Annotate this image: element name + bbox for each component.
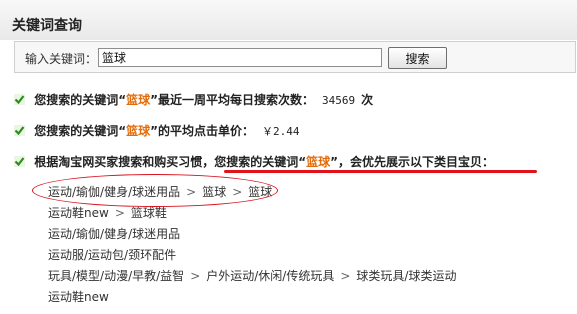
daily-search-count-line: 您搜索的关键词“篮球”最近一周平均每日搜索次数： 34569 次 (14, 91, 373, 108)
breadcrumb-separator: > (190, 269, 201, 283)
info-suffix: ”的平均点击单价： (150, 124, 254, 138)
category-link[interactable]: 球类玩具/球类运动 (356, 269, 456, 283)
avg-click-price: ￥2.44 (261, 125, 300, 138)
info-prefix: 您搜索的关键词“ (214, 155, 307, 169)
category-path: 运动/瑜伽/健身/球迷用品 (48, 224, 456, 245)
check-arrow-icon (14, 156, 25, 167)
keyword-highlight: 篮球 (126, 124, 151, 138)
count-unit: 次 (361, 93, 374, 107)
check-arrow-icon (14, 94, 25, 105)
category-link[interactable]: 篮球鞋 (131, 206, 167, 220)
category-path: 玩具/模型/动漫/早教/益智 > 户外运动/休闲/传统玩具 > 球类玩具/球类运动 (48, 266, 456, 287)
avg-click-price-line: 您搜索的关键词“篮球”的平均点击单价： ￥2.44 (14, 122, 299, 139)
category-intro-line: 根据淘宝网买家搜索和购买习惯，您搜索的关键词“篮球”，会优先展示以下类目宝贝： (14, 153, 494, 170)
title-bar: 关键词查询 (0, 0, 577, 40)
info-suffix: ”，会优先展示以下类目宝贝： (330, 155, 494, 169)
category-link[interactable]: 户外运动/休闲/传统玩具 (206, 269, 334, 283)
check-arrow-icon (14, 125, 25, 136)
breadcrumb-separator: > (114, 206, 125, 220)
search-label: 输入关键词： (25, 52, 98, 66)
intro-text: 根据淘宝网买家搜索和购买习惯， (34, 155, 215, 169)
keyword-highlight: 篮球 (126, 93, 151, 107)
keyword-highlight: 篮球 (306, 155, 331, 169)
search-panel: 输入关键词： 搜索 (14, 41, 576, 73)
daily-search-count: 34569 (321, 94, 356, 107)
red-underline-annotation (224, 170, 537, 173)
category-link[interactable]: 运动鞋new (48, 206, 109, 220)
info-suffix: ”最近一周平均每日搜索次数： (150, 93, 314, 107)
search-input[interactable] (98, 48, 382, 67)
category-path: 运动服/运动包/颈环配件 (48, 245, 456, 266)
page-title: 关键词查询 (12, 18, 82, 34)
category-link[interactable]: 玩具/模型/动漫/早教/益智 (48, 269, 184, 283)
category-link[interactable]: 运动服/运动包/颈环配件 (48, 248, 176, 262)
info-prefix: 您搜索的关键词“ (34, 93, 127, 107)
category-link[interactable]: 运动/瑜伽/健身/球迷用品 (48, 227, 180, 241)
breadcrumb-separator: > (340, 269, 351, 283)
search-button[interactable]: 搜索 (388, 47, 447, 69)
red-circle-annotation (32, 174, 278, 207)
category-path: 运动鞋new > 篮球鞋 (48, 203, 456, 224)
category-link[interactable]: 运动鞋new (48, 290, 109, 304)
info-prefix: 您搜索的关键词“ (34, 124, 127, 138)
category-path: 运动鞋new (48, 287, 456, 308)
